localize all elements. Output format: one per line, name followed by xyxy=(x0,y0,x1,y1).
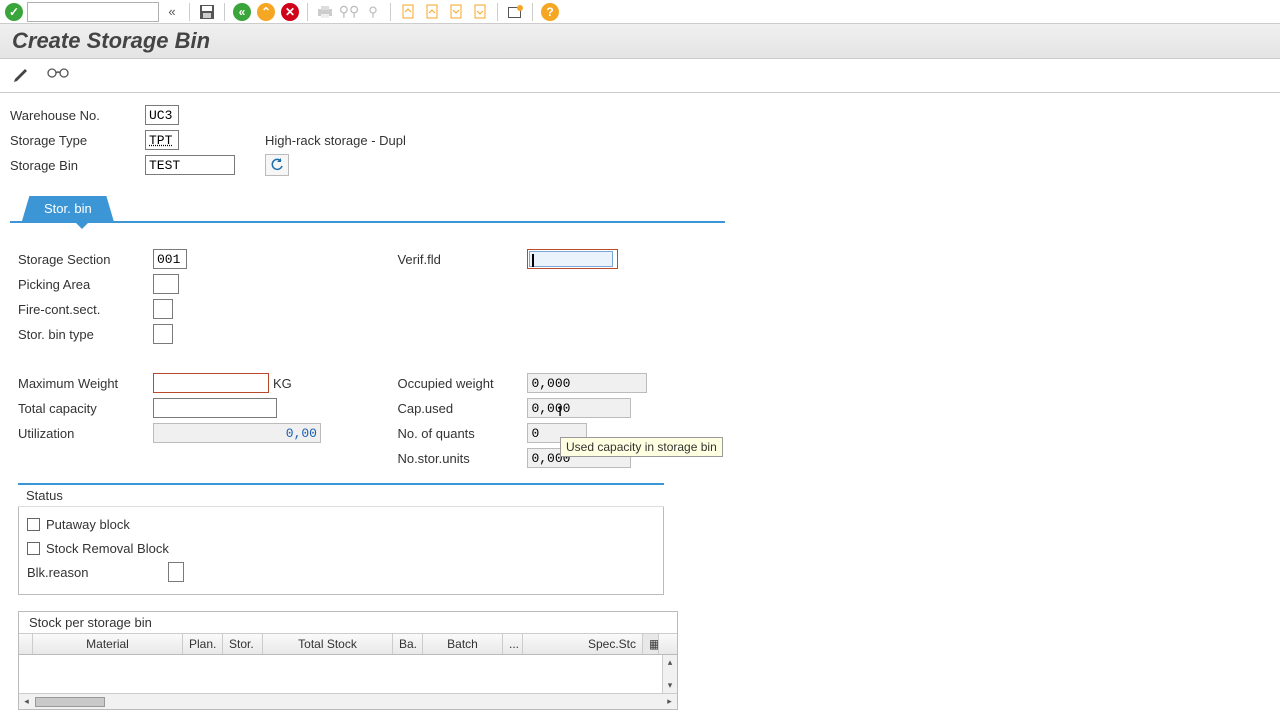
storunits-label: No.stor.units xyxy=(397,451,527,466)
refresh-icon[interactable] xyxy=(265,154,289,176)
bintype-label: Stor. bin type xyxy=(18,327,153,342)
warehouse-field[interactable] xyxy=(145,105,179,125)
storage-section-field[interactable] xyxy=(153,249,187,269)
dropdown-history-icon[interactable]: « xyxy=(161,1,183,23)
find-next-icon: ⚲ xyxy=(362,1,384,23)
grid-header: Material Plan. Stor. Total Stock Ba. Bat… xyxy=(19,634,677,655)
warehouse-label: Warehouse No. xyxy=(10,108,145,123)
stock-grid: Stock per storage bin Material Plan. Sto… xyxy=(18,611,678,710)
print-icon xyxy=(314,1,336,23)
tooltip-capused: Used capacity in storage bin xyxy=(560,437,723,457)
col-stor[interactable]: Stor. xyxy=(223,634,263,654)
system-toolbar: ✓ « « ⌃ ✕ ⚲⚲ ⚲ ? xyxy=(0,0,1280,24)
fire-label: Fire-cont.sect. xyxy=(18,302,153,317)
col-batch[interactable]: Batch xyxy=(423,634,503,654)
capused-label: Cap.used xyxy=(397,401,527,416)
removal-label: Stock Removal Block xyxy=(46,541,169,556)
find-icon: ⚲⚲ xyxy=(338,1,360,23)
blkreason-label: Blk.reason xyxy=(27,565,162,580)
bintype-field[interactable] xyxy=(153,324,173,344)
totalcap-label: Total capacity xyxy=(18,401,153,416)
storagebin-label: Storage Bin xyxy=(10,158,145,173)
col-specstc[interactable]: Spec.Stc xyxy=(523,634,643,654)
tab-storbin[interactable]: Stor. bin xyxy=(22,196,114,221)
grid-title: Stock per storage bin xyxy=(19,612,677,634)
verif-field-focus xyxy=(527,249,618,269)
exit-icon[interactable]: ⌃ xyxy=(255,1,277,23)
next-page-icon[interactable] xyxy=(445,1,467,23)
col-dots[interactable]: ... xyxy=(503,634,523,654)
verif-label: Verif.fld xyxy=(397,252,527,267)
totalcap-field[interactable] xyxy=(153,398,277,418)
vertical-scrollbar[interactable]: ▴ ▾ xyxy=(662,655,677,693)
storagetype-desc: High-rack storage - Dupl xyxy=(265,133,406,148)
col-material[interactable]: Material xyxy=(33,634,183,654)
help-icon[interactable]: ? xyxy=(539,1,561,23)
storage-section-label: Storage Section xyxy=(18,252,153,267)
page-title: Create Storage Bin xyxy=(0,24,1280,59)
maxweight-field[interactable] xyxy=(153,373,269,393)
status-title: Status xyxy=(18,483,664,507)
enter-button[interactable]: ✓ xyxy=(3,1,25,23)
capused-field xyxy=(527,398,631,418)
prev-page-icon[interactable] xyxy=(421,1,443,23)
putaway-label: Putaway block xyxy=(46,517,130,532)
first-page-icon[interactable] xyxy=(397,1,419,23)
storagebin-field[interactable] xyxy=(145,155,235,175)
app-toolbar xyxy=(0,59,1280,93)
noquants-label: No. of quants xyxy=(397,426,527,441)
col-totalstock[interactable]: Total Stock xyxy=(263,634,393,654)
occweight-label: Occupied weight xyxy=(397,376,527,391)
verif-field[interactable] xyxy=(529,251,613,267)
command-field[interactable] xyxy=(27,2,159,22)
edit-icon[interactable] xyxy=(12,65,32,86)
status-group: Status Putaway block Stock Removal Block… xyxy=(18,483,664,595)
storagetype-label: Storage Type xyxy=(10,133,145,148)
col-ba[interactable]: Ba. xyxy=(393,634,423,654)
col-config-icon[interactable]: ▦ xyxy=(643,634,659,654)
blkreason-field[interactable] xyxy=(168,562,184,582)
cancel-icon[interactable]: ✕ xyxy=(279,1,301,23)
content-area: Warehouse No. Storage Type High-rack sto… xyxy=(0,93,1280,728)
util-label: Utilization xyxy=(18,426,153,441)
picking-area-label: Picking Area xyxy=(18,277,153,292)
picking-area-field[interactable] xyxy=(153,274,179,294)
maxweight-label: Maximum Weight xyxy=(18,376,153,391)
new-session-icon[interactable] xyxy=(504,1,526,23)
storagetype-field[interactable] xyxy=(145,130,179,150)
col-plan[interactable]: Plan. xyxy=(183,634,223,654)
grid-body: ▴ ▾ xyxy=(19,655,677,693)
putaway-checkbox[interactable] xyxy=(27,518,40,531)
last-page-icon[interactable] xyxy=(469,1,491,23)
back-icon[interactable]: « xyxy=(231,1,253,23)
horizontal-scrollbar[interactable]: ◂ ▸ xyxy=(19,693,677,709)
occweight-field xyxy=(527,373,647,393)
save-icon[interactable] xyxy=(196,1,218,23)
removal-checkbox[interactable] xyxy=(27,542,40,555)
maxweight-unit: KG xyxy=(273,376,292,391)
glasses-icon[interactable] xyxy=(46,65,70,86)
fire-field[interactable] xyxy=(153,299,173,319)
util-field xyxy=(153,423,321,443)
